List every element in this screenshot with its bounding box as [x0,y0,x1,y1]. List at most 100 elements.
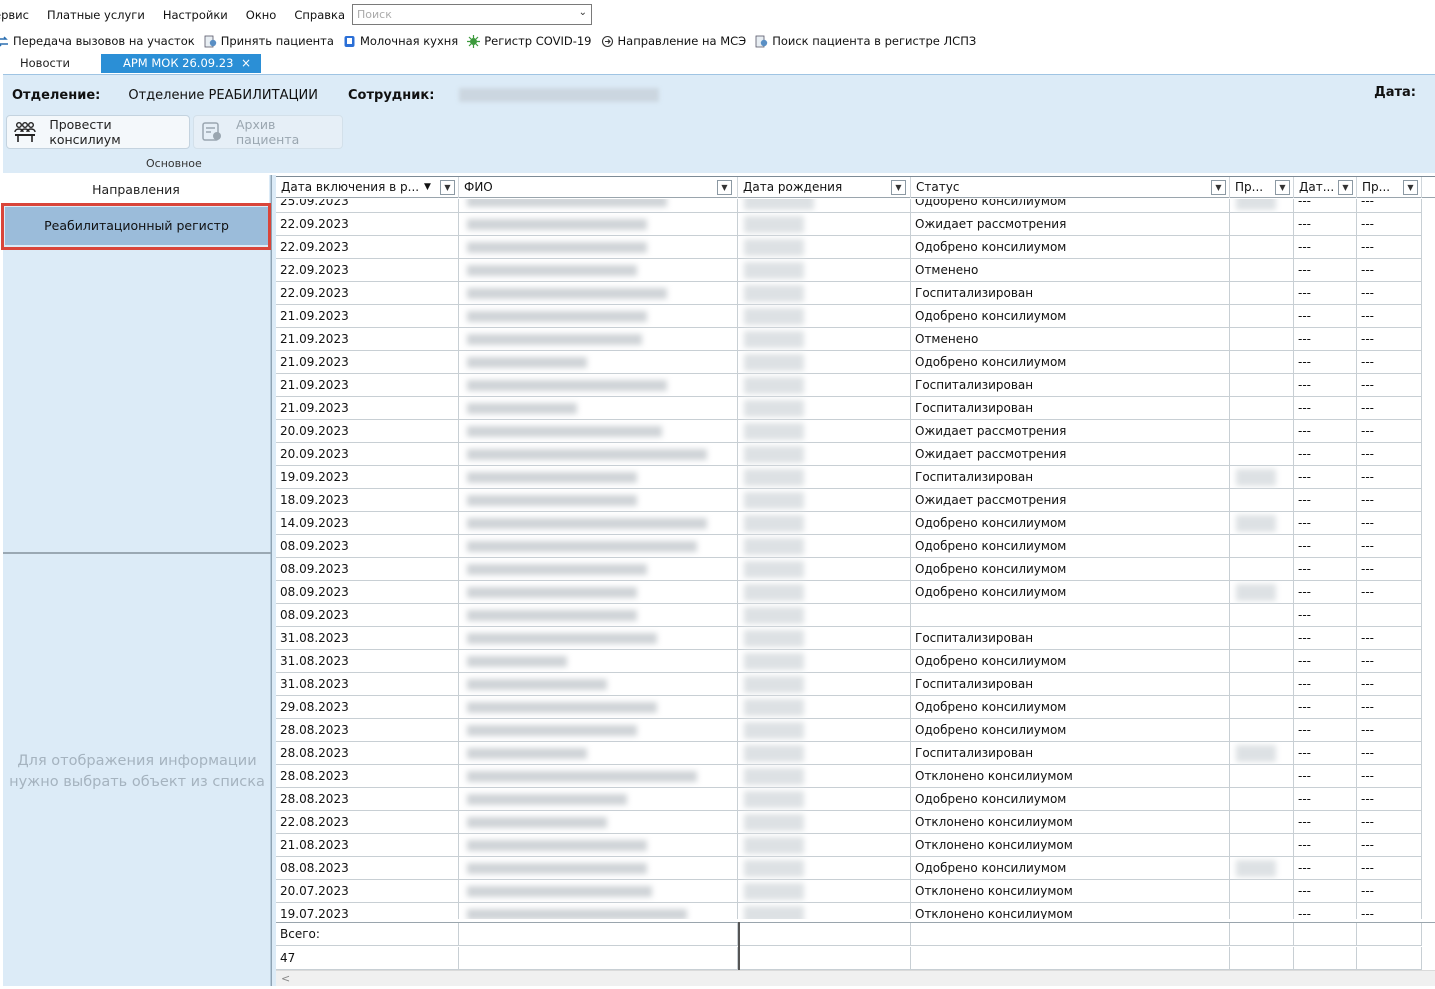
cell-date: 21.09.2023 [276,351,459,374]
table-row[interactable]: 31.08.2023 Госпитализирован --- --- [276,673,1422,696]
cell-birth-date [738,282,911,305]
tab-news[interactable]: Новости [10,54,100,73]
table-row[interactable]: 20.07.2023 Отклонено консилиумом --- --- [276,880,1422,903]
column-header-date[interactable]: Дата включения в р... ▼ ▼ [276,177,459,198]
redacted-name [467,587,637,598]
milk-kitchen-button[interactable]: Молочная кухня [343,34,458,48]
table-row[interactable]: 14.09.2023 Одобрено консилиумом --- --- [276,512,1422,535]
table-row[interactable]: 31.08.2023 Госпитализирован --- --- [276,627,1422,650]
menu-settings[interactable]: Настройки [154,8,237,22]
close-icon[interactable]: × [241,54,251,73]
total-label: Всего: [276,923,459,946]
table-row[interactable]: 08.09.2023 Одобрено консилиумом --- --- [276,535,1422,558]
cell-fio [459,650,738,673]
table-row[interactable]: 22.09.2023 Отменено --- --- [276,259,1422,282]
table-row[interactable]: 21.09.2023 Госпитализирован --- --- [276,397,1422,420]
table-row[interactable]: 21.09.2023 Отменено --- --- [276,328,1422,351]
cell-pr2: --- [1357,834,1422,857]
column-header-pr2[interactable]: Пр... ▼ [1357,177,1422,198]
table-row[interactable]: 18.09.2023 Ожидает рассмотрения --- --- [276,489,1422,512]
menu-help[interactable]: Справка [285,8,354,22]
cell-pr2: --- [1357,535,1422,558]
table-row[interactable]: 29.08.2023 Одобрено консилиумом --- --- [276,696,1422,719]
table-row[interactable]: 21.09.2023 Госпитализирован --- --- [276,374,1422,397]
tab-arm-mok[interactable]: АРМ МОК 26.09.23 × [101,54,261,73]
search-combo[interactable]: ⌄ [352,4,592,25]
cell-birth-date [738,558,911,581]
filter-icon[interactable]: ▼ [891,180,906,195]
cell-pr1 [1230,673,1294,696]
column-header-pr1[interactable]: Пр... ▼ [1230,177,1294,198]
cell-status: Госпитализирован [911,374,1230,397]
cell-status: Ожидает рассмотрения [911,489,1230,512]
table-row[interactable]: 22.09.2023 Госпитализирован --- --- [276,282,1422,305]
table-row[interactable]: 28.08.2023 Отклонено консилиумом --- --- [276,765,1422,788]
cell-date: 28.08.2023 [276,765,459,788]
filter-icon[interactable]: ▼ [1211,180,1226,195]
filter-icon[interactable]: ▼ [1403,180,1418,195]
table-row[interactable]: 08.08.2023 Одобрено консилиумом --- --- [276,857,1422,880]
covid-registry-button[interactable]: Регистр COVID-19 [467,34,592,48]
search-input[interactable] [353,5,571,24]
filter-icon[interactable]: ▼ [1275,180,1290,195]
cell-pr2: --- [1357,742,1422,765]
table-row[interactable]: 22.08.2023 Отклонено консилиумом --- --- [276,811,1422,834]
cell-pr2: --- [1357,696,1422,719]
cell-pr2: --- [1357,282,1422,305]
redacted-birth-date [744,791,804,808]
menu-paid-services[interactable]: Платные услуги [38,8,154,22]
mse-direction-button[interactable]: Направление на МСЭ [601,34,746,48]
cell-pr2: --- [1357,236,1422,259]
nav-item-directions[interactable]: Направления [3,175,269,205]
table-row[interactable]: 19.07.2023 Отклонено консилиумом --- --- [276,903,1422,919]
table-row[interactable]: 19.09.2023 Госпитализирован --- --- [276,466,1422,489]
table-row[interactable]: 31.08.2023 Одобрено консилиумом --- --- [276,650,1422,673]
table-row[interactable]: 22.09.2023 Одобрено консилиумом --- --- [276,236,1422,259]
menu-window[interactable]: Окно [237,8,286,22]
table-row[interactable]: 20.09.2023 Ожидает рассмотрения --- --- [276,420,1422,443]
cell-dat: --- [1294,765,1357,788]
redacted-name [467,610,637,621]
table-row[interactable]: 20.09.2023 Ожидает рассмотрения --- --- [276,443,1422,466]
table-row[interactable]: 21.08.2023 Отклонено консилиумом --- --- [276,834,1422,857]
table-row[interactable]: 25.09.2023 Одобрено консилиумом --- --- [276,199,1422,213]
table-row[interactable]: 28.08.2023 Госпитализирован --- --- [276,742,1422,765]
filter-icon[interactable]: ▼ [440,180,455,195]
redacted-name [467,288,667,299]
accept-patient-button[interactable]: Принять пациента [204,34,334,48]
redacted-name [467,449,707,460]
lspz-search-button[interactable]: Поиск пациента в регистре ЛСПЗ [755,34,976,48]
horizontal-scrollbar[interactable]: < [276,970,1435,986]
redacted-name [467,265,637,276]
table-row[interactable]: 21.09.2023 Одобрено консилиумом --- --- [276,305,1422,328]
scroll-left-icon[interactable]: < [281,972,290,985]
column-header-status[interactable]: Статус ▼ [911,177,1230,198]
column-header-birth[interactable]: Дата рождения ▼ [738,177,911,198]
table-row[interactable]: 08.09.2023 Одобрено консилиумом --- --- [276,558,1422,581]
chevron-down-icon[interactable]: ⌄ [579,7,587,18]
table-row[interactable]: 28.08.2023 Одобрено консилиумом --- --- [276,719,1422,742]
table-row[interactable]: 21.09.2023 Одобрено консилиумом --- --- [276,351,1422,374]
table-row[interactable]: 08.09.2023 Одобрено консилиумом --- --- [276,581,1422,604]
conduct-consilium-button[interactable]: Провести консилиум [6,115,190,149]
column-header-dat[interactable]: Дат... ▼ [1294,177,1357,198]
cell-fio [459,199,738,213]
cell-date: 22.09.2023 [276,259,459,282]
cell-date: 28.08.2023 [276,719,459,742]
redacted-birth-date [744,676,804,693]
table-row[interactable]: 28.08.2023 Одобрено консилиумом --- --- [276,788,1422,811]
menu-service[interactable]: ервис [0,8,38,22]
column-header-fio[interactable]: ФИО ▼ [459,177,738,198]
redacted-name [467,242,647,253]
patient-archive-button[interactable]: Архив пациента [193,115,343,149]
table-row[interactable]: 08.09.2023 --- [276,604,1422,627]
transfer-calls-button[interactable]: Передача вызовов на участок [0,34,195,48]
redacted-birth-date [744,906,804,919]
filter-icon[interactable]: ▼ [717,180,732,195]
table-row[interactable]: 22.09.2023 Ожидает рассмотрения --- --- [276,213,1422,236]
redacted-birth-date [744,469,804,486]
total-value: 47 [276,947,459,970]
cell-birth-date [738,236,911,259]
filter-icon[interactable]: ▼ [1338,180,1353,195]
cell-pr2: --- [1357,259,1422,282]
